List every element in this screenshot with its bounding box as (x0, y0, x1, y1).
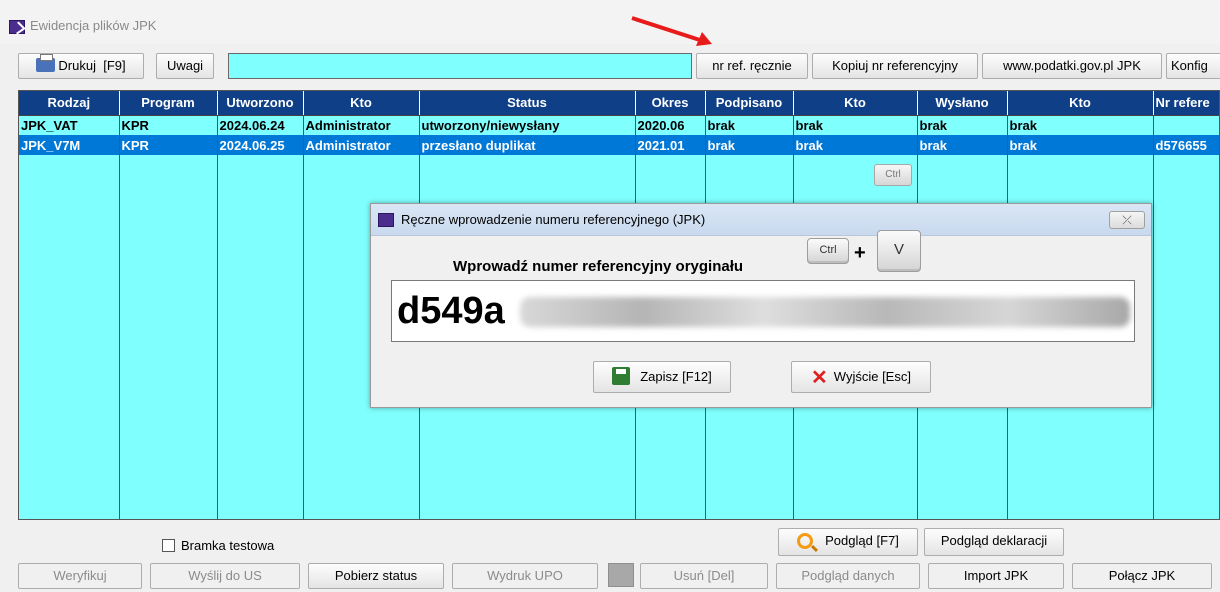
column-header[interactable]: Rodzaj (19, 91, 120, 116)
copy-ref-button[interactable]: Kopiuj nr referencyjny (812, 53, 978, 79)
table-cell: JPK_VAT (19, 115, 120, 135)
save-icon (612, 367, 631, 385)
table-cell: KPR (119, 135, 218, 155)
x-icon: ✕ (811, 367, 828, 389)
preview-button[interactable]: Podgląd [F7] (778, 528, 918, 556)
send-label: Wyślij do US (188, 568, 262, 583)
table-cell: 2024.06.25 (217, 135, 304, 155)
table-cell: KPR (119, 115, 218, 135)
exit-label: Wyjście [Esc] (833, 369, 911, 384)
get-status-button[interactable]: Pobierz status (308, 563, 444, 589)
merge-label: Połącz JPK (1108, 568, 1176, 583)
table-cell: 2021.01 (635, 135, 706, 155)
close-icon[interactable]: ⤫ (1109, 211, 1145, 229)
notes-label: Uwagi (166, 58, 204, 73)
manual-ref-dialog: Ręczne wprowadzenie numeru referencyjneg… (370, 203, 1152, 408)
table-cell: 2020.06 (635, 115, 706, 135)
config-label: Konfig (1171, 58, 1208, 73)
table-row-selected[interactable]: JPK_V7M KPR 2024.06.25 Administrator prz… (19, 135, 1219, 155)
table-cell: utworzony/niewysłany (419, 115, 636, 135)
blurred-ref-remainder (520, 297, 1130, 327)
notes-input[interactable] (228, 53, 692, 79)
print-upo-button[interactable]: Wydruk UPO (452, 563, 598, 589)
test-gateway-checkbox[interactable]: Bramka testowa (162, 538, 274, 553)
verify-button[interactable]: Weryfikuj (18, 563, 142, 589)
table-cell: przesłano duplikat (419, 135, 636, 155)
print-upo-label: Wydruk UPO (487, 568, 563, 583)
test-gateway-label: Bramka testowa (181, 538, 275, 553)
data-preview-label: Podgląd danych (801, 568, 895, 583)
column-header[interactable]: Wysłano (917, 91, 1008, 116)
table-cell: brak (793, 115, 918, 135)
column-header[interactable]: Status (419, 91, 636, 116)
import-jpk-button[interactable]: Import JPK (928, 563, 1064, 589)
table-cell: Administrator (303, 115, 420, 135)
podatki-label: www.podatki.gov.pl JPK (1003, 58, 1141, 73)
import-label: Import JPK (963, 568, 1029, 583)
table-cell: brak (1007, 135, 1154, 155)
notes-button[interactable]: Uwagi (156, 53, 214, 79)
column-header[interactable]: Utworzono (217, 91, 304, 116)
arrow-annotation (631, 16, 712, 46)
delete-label: Usuń [Del] (673, 568, 735, 583)
manual-ref-label: nr ref. ręcznie (712, 58, 792, 73)
column-header[interactable]: Nr refere (1153, 91, 1219, 116)
print-label: Drukuj (58, 58, 96, 73)
plus-sign: + (854, 242, 866, 264)
table-cell: brak (705, 115, 794, 135)
column-header[interactable]: Kto (793, 91, 918, 116)
app-icon (9, 20, 25, 34)
manual-ref-button[interactable]: nr ref. ręcznie (696, 53, 808, 79)
save-label: Zapisz [F12] (640, 369, 712, 384)
dialog-title-bar: Ręczne wprowadzenie numeru referencyjneg… (371, 204, 1151, 236)
table-cell (1153, 115, 1219, 135)
v-keycap: V (877, 230, 921, 272)
ref-number-label: Wprowadź numer referencyjny oryginału (453, 258, 744, 275)
column-header[interactable]: Kto (303, 91, 420, 116)
config-button[interactable]: Konfig (1166, 53, 1220, 79)
table-header: Rodzaj Program Utworzono Kto Status Okre… (19, 91, 1219, 116)
print-button[interactable]: Drukuj [F9] (18, 53, 144, 79)
table-row[interactable]: JPK_VAT KPR 2024.06.24 Administrator utw… (19, 115, 1219, 135)
save-button[interactable]: Zapisz [F12] (593, 361, 731, 393)
delete-button[interactable]: Usuń [Del] (640, 563, 768, 589)
table-cell: JPK_V7M (19, 135, 120, 155)
get-status-label: Pobierz status (334, 568, 418, 583)
preview-declaration-button[interactable]: Podgląd deklaracji (924, 528, 1064, 556)
merge-jpk-button[interactable]: Połącz JPK (1072, 563, 1212, 589)
send-to-us-button[interactable]: Wyślij do US (150, 563, 300, 589)
table-cell: brak (1007, 115, 1154, 135)
printer-icon (36, 54, 56, 72)
preview-label: Podgląd [F7] (825, 533, 899, 548)
preview-declaration-label: Podgląd deklaracji (940, 533, 1048, 548)
dialog-title: Ręczne wprowadzenie numeru referencyjneg… (401, 212, 706, 227)
exit-button[interactable]: ✕ Wyjście [Esc] (791, 361, 931, 393)
table-cell: brak (705, 135, 794, 155)
search-icon (797, 533, 814, 549)
column-header[interactable]: Kto (1007, 91, 1154, 116)
title-bar: Ewidencja plików JPK (0, 0, 1220, 44)
table-cell: brak (917, 135, 1008, 155)
column-header[interactable]: Okres (635, 91, 706, 116)
podatki-gov-button[interactable]: www.podatki.gov.pl JPK (982, 53, 1162, 79)
print-shortcut: [F9] (103, 58, 126, 73)
table-cell: 2024.06.24 (217, 115, 304, 135)
table-cell: Administrator (303, 135, 420, 155)
data-preview-button[interactable]: Podgląd danych (776, 563, 920, 589)
ctrl-key-overlay: Ctrl (874, 164, 912, 186)
verify-label: Weryfikuj (53, 568, 107, 583)
table-cell: brak (917, 115, 1008, 135)
window-title: Ewidencja plików JPK (30, 18, 157, 33)
small-square-button[interactable] (608, 563, 634, 587)
ref-number-value: d549a (397, 290, 505, 332)
ctrl-keycap: Ctrl (807, 238, 849, 264)
column-header[interactable]: Program (119, 91, 218, 116)
table-cell: brak (793, 135, 918, 155)
app-icon (378, 213, 394, 227)
column-header[interactable]: Podpisano (705, 91, 794, 116)
table-cell: d576655 (1153, 135, 1219, 155)
ref-number-input[interactable]: d549a (391, 280, 1135, 342)
copy-ref-label: Kopiuj nr referencyjny (832, 58, 958, 73)
checkbox-box[interactable] (162, 539, 175, 552)
